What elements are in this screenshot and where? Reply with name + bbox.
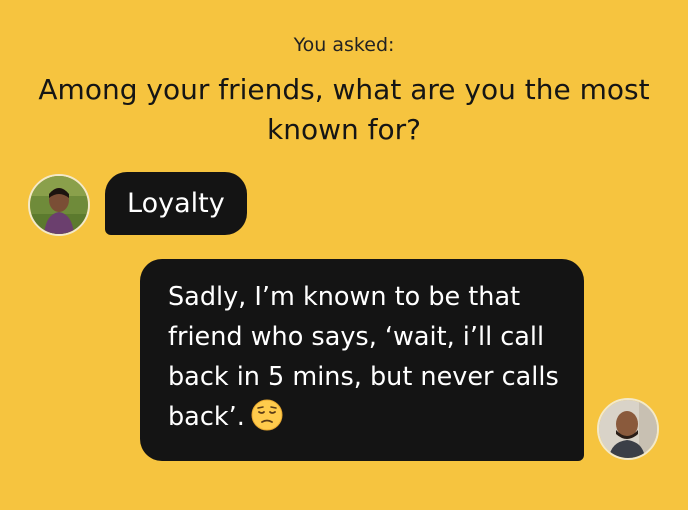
pensive-face-emoji-icon [251,399,283,431]
asked-label: You asked: [293,34,395,56]
answer-bubble: Loyalty [105,172,247,235]
answer-text: Loyalty [127,188,225,219]
asker-avatar [28,174,90,236]
reply-bubble: Sadly, I’m known to be that friend who s… [140,259,584,461]
question-text: Among your friends, what are you the mos… [38,73,650,146]
answerer-avatar [597,398,659,460]
reply-text: Sadly, I’m known to be that friend who s… [168,282,559,432]
